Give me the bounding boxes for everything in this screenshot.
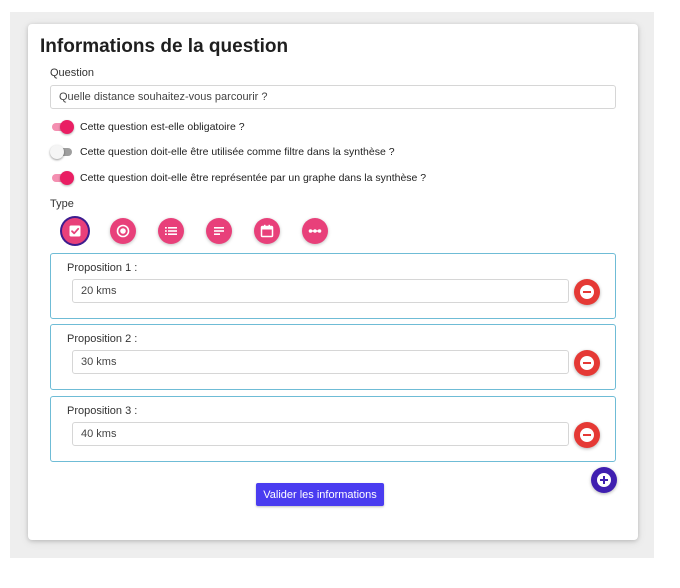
checkbox-icon xyxy=(69,225,81,237)
graph-toggle-label: Cette question doit-elle être représenté… xyxy=(80,172,427,184)
proposition-card-3: Proposition 3 : xyxy=(50,396,616,462)
remove-proposition-button[interactable] xyxy=(574,422,600,448)
remove-proposition-button[interactable] xyxy=(574,279,600,305)
list-icon xyxy=(165,227,177,235)
plus-circle-icon xyxy=(597,473,611,487)
submit-button[interactable]: Valider les informations xyxy=(256,483,384,506)
required-toggle[interactable] xyxy=(50,120,74,134)
minus-circle-icon xyxy=(580,285,594,299)
question-input[interactable] xyxy=(50,85,616,109)
type-text-button[interactable] xyxy=(206,218,232,244)
proposition-input[interactable] xyxy=(72,350,569,374)
add-proposition-button[interactable] xyxy=(591,467,617,493)
proposition-input[interactable] xyxy=(72,422,569,446)
toggle-thumb xyxy=(50,145,64,159)
page-title: Informations de la question xyxy=(40,36,289,57)
remove-proposition-button[interactable] xyxy=(574,350,600,376)
graph-toggle-row[interactable]: Cette question doit-elle être représenté… xyxy=(50,170,426,186)
proposition-input[interactable] xyxy=(72,279,569,303)
type-label: Type xyxy=(50,198,74,210)
proposition-card-2: Proposition 2 : xyxy=(50,324,616,390)
type-range-button[interactable] xyxy=(302,218,328,244)
proposition-label: Proposition 3 : xyxy=(67,405,138,417)
type-date-button[interactable] xyxy=(254,218,280,244)
question-label: Question xyxy=(50,67,95,79)
required-toggle-label: Cette question est-elle obligatoire ? xyxy=(80,121,245,133)
toggle-thumb xyxy=(60,120,74,134)
minus-circle-icon xyxy=(580,356,594,370)
type-radio-button[interactable] xyxy=(110,218,136,244)
proposition-label: Proposition 1 : xyxy=(67,262,138,274)
toggle-thumb xyxy=(60,171,74,185)
calendar-icon xyxy=(260,224,274,238)
type-list-button[interactable] xyxy=(158,218,184,244)
filter-toggle[interactable] xyxy=(50,145,74,159)
proposition-label: Proposition 2 : xyxy=(67,333,138,345)
radio-icon xyxy=(116,224,130,238)
type-checkbox-button[interactable] xyxy=(62,218,88,244)
range-icon xyxy=(308,229,322,233)
filter-toggle-label: Cette question doit-elle être utilisée c… xyxy=(80,146,395,158)
proposition-card-1: Proposition 1 : xyxy=(50,253,616,319)
text-lines-icon xyxy=(214,227,224,235)
filter-toggle-row[interactable]: Cette question doit-elle être utilisée c… xyxy=(50,144,395,160)
minus-circle-icon xyxy=(580,428,594,442)
required-toggle-row[interactable]: Cette question est-elle obligatoire ? xyxy=(50,119,245,135)
graph-toggle[interactable] xyxy=(50,171,74,185)
question-info-card: Informations de la question Question Cet… xyxy=(28,24,638,540)
